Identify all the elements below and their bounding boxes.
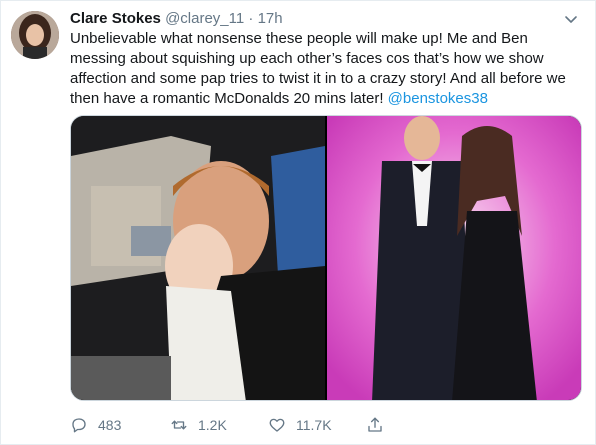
retweet-count: 1.2K bbox=[198, 417, 227, 433]
avatar[interactable] bbox=[11, 11, 59, 59]
photo-in-car[interactable] bbox=[71, 116, 325, 401]
meta-separator: · bbox=[244, 10, 258, 27]
mention-link[interactable]: @benstokes38 bbox=[388, 90, 488, 107]
like-count: 11.7K bbox=[296, 417, 332, 433]
chevron-down-icon[interactable] bbox=[563, 11, 579, 27]
reply-icon bbox=[72, 418, 86, 433]
tweet-header: Clare Stokes @clarey_11 · 17h bbox=[70, 9, 555, 29]
tweet-actions: 483 1.2K 11.7K bbox=[70, 413, 582, 437]
author-name[interactable]: Clare Stokes bbox=[70, 10, 161, 27]
tweet-body: Unbelievable what nonsense these people … bbox=[70, 30, 566, 107]
tweet-text: Unbelievable what nonsense these people … bbox=[70, 29, 582, 109]
share-button[interactable] bbox=[366, 413, 394, 437]
retweet-button[interactable]: 1.2K bbox=[170, 413, 227, 437]
like-button[interactable]: 11.7K bbox=[268, 413, 332, 437]
heart-icon bbox=[269, 418, 285, 432]
tweet-card[interactable]: Clare Stokes @clarey_11 · 17h Unbelievab… bbox=[0, 0, 596, 445]
reply-button[interactable]: 483 bbox=[70, 413, 121, 437]
tweet-media[interactable] bbox=[70, 115, 582, 401]
avatar-image bbox=[11, 11, 59, 59]
reply-count: 483 bbox=[98, 417, 122, 433]
tweet-timestamp[interactable]: 17h bbox=[258, 10, 283, 27]
photo-at-pca-awards[interactable] bbox=[327, 116, 582, 401]
share-icon bbox=[368, 417, 382, 432]
author-handle[interactable]: @clarey_11 bbox=[165, 10, 244, 27]
retweet-icon bbox=[171, 420, 187, 430]
